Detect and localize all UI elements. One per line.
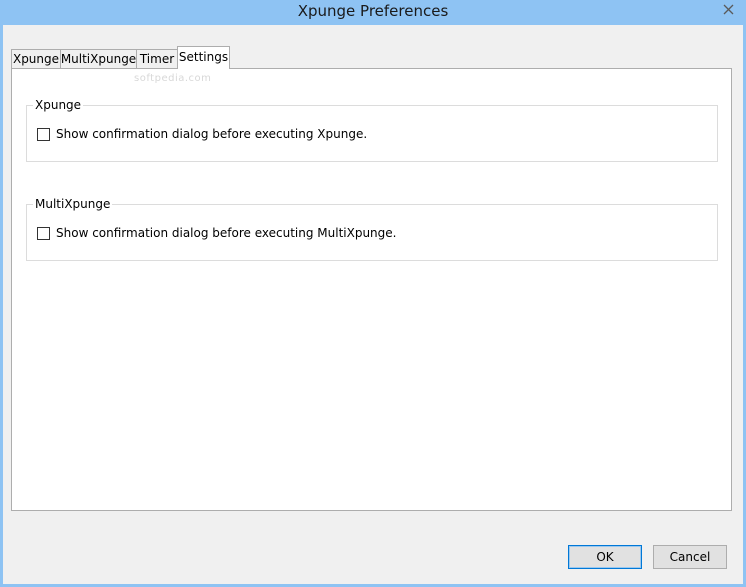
tab-multixpunge[interactable]: MultiXpunge: [60, 49, 137, 68]
preferences-window: Xpunge Preferences Xpunge MultiXpunge Ti…: [0, 0, 746, 587]
xpunge-confirm-option[interactable]: Show confirmation dialog before executin…: [37, 126, 367, 142]
cancel-button[interactable]: Cancel: [653, 545, 727, 569]
tab-xpunge[interactable]: Xpunge: [11, 49, 61, 68]
window-title: Xpunge Preferences: [297, 2, 449, 20]
softpedia-watermark: softpedia.com: [134, 73, 212, 84]
close-icon: [723, 4, 733, 14]
ok-button[interactable]: OK: [568, 545, 642, 569]
title-bar[interactable]: Xpunge Preferences: [0, 0, 746, 25]
multixpunge-confirm-checkbox[interactable]: [37, 226, 50, 240]
tab-settings[interactable]: Settings: [177, 46, 230, 69]
multixpunge-confirm-label[interactable]: Show confirmation dialog before executin…: [56, 225, 396, 241]
dialog-client-area: Xpunge MultiXpunge Timer Settings Xpunge…: [3, 25, 743, 584]
xpunge-confirm-checkbox[interactable]: [37, 127, 50, 141]
multixpunge-group-title: MultiXpunge: [33, 196, 113, 212]
tab-timer[interactable]: Timer: [136, 49, 178, 68]
settings-tab-panel: Xpunge Show confirmation dialog before e…: [11, 68, 732, 511]
multixpunge-confirm-option[interactable]: Show confirmation dialog before executin…: [37, 225, 396, 241]
xpunge-confirm-label[interactable]: Show confirmation dialog before executin…: [56, 126, 367, 142]
xpunge-groupbox: Xpunge Show confirmation dialog before e…: [26, 97, 718, 162]
multixpunge-groupbox: MultiXpunge Show confirmation dialog bef…: [26, 196, 718, 261]
xpunge-group-title: Xpunge: [33, 97, 84, 113]
close-button[interactable]: [712, 0, 744, 18]
